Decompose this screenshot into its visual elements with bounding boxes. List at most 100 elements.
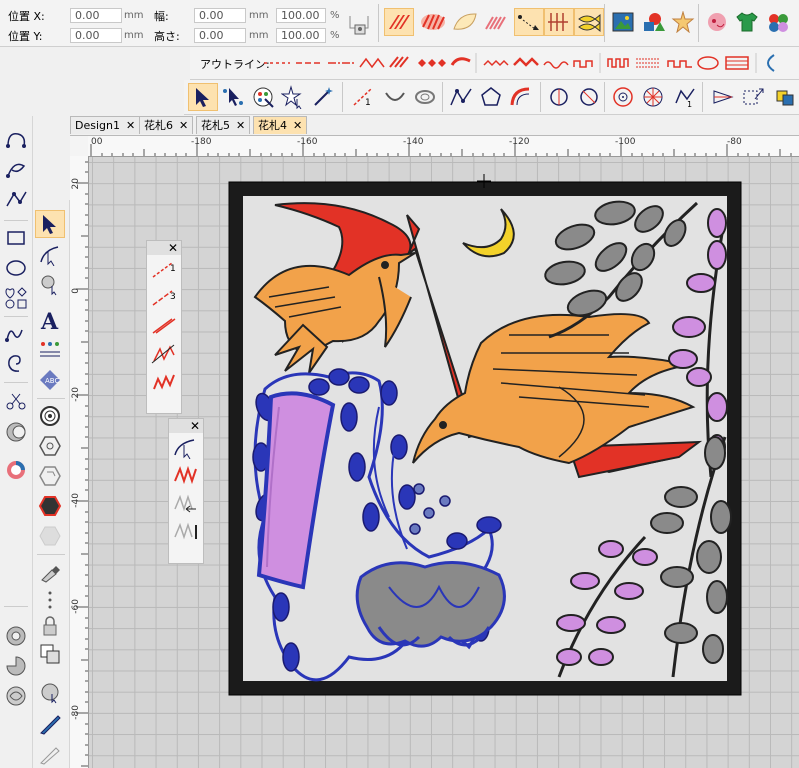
pie-shape-icon[interactable] [1, 652, 31, 680]
merge-shape-icon[interactable] [1, 418, 31, 446]
scissors-icon[interactable] [1, 388, 31, 416]
monogram-icon[interactable]: ABC [35, 366, 65, 394]
text-a-icon[interactable]: A [35, 306, 65, 334]
rotate-tool-button[interactable] [410, 83, 440, 111]
shapes-icon[interactable] [638, 8, 668, 36]
polygon-tool-button[interactable] [476, 83, 506, 111]
arc-tool-button[interactable] [380, 83, 410, 111]
close-icon[interactable]: ✕ [236, 119, 245, 132]
tab-hanafuda5[interactable]: 花札5 ✕ [196, 116, 251, 134]
polyline-tool-button[interactable] [446, 83, 476, 111]
width-field[interactable]: 0.00 [194, 8, 246, 23]
hexagon-gray-icon[interactable] [35, 522, 65, 550]
outline-label: アウトライン: [200, 58, 270, 71]
pos-x-label: 位置 X: [8, 10, 45, 23]
circle-icon[interactable] [35, 402, 65, 430]
gear-shape-icon[interactable] [1, 622, 31, 650]
shape-tool-icon[interactable] [35, 270, 65, 298]
knot-shape-icon[interactable] [1, 682, 31, 710]
cut-path-button[interactable] [544, 83, 574, 111]
lock-icon[interactable] [35, 612, 65, 640]
pos-y-field[interactable]: 0.00 [70, 28, 122, 43]
line-1-icon[interactable]: 1 [147, 255, 181, 283]
line-tool-button[interactable]: 1 [348, 83, 378, 111]
split-path-button[interactable] [574, 83, 604, 111]
tab-hanafuda6[interactable]: 花札6 ✕ [139, 116, 194, 134]
ellipse-icon[interactable] [1, 254, 31, 282]
satin-line-icon[interactable] [147, 367, 181, 395]
shirt-icon[interactable] [732, 8, 762, 36]
svg-text:1: 1 [365, 98, 371, 108]
height-pct-field[interactable]: 100.00 [276, 28, 326, 43]
radial-button[interactable] [638, 83, 668, 111]
pos-x-field[interactable]: 0.00 [70, 8, 122, 23]
group-button[interactable] [770, 83, 799, 111]
arrow-flag-button[interactable] [708, 83, 738, 111]
tab-design1[interactable]: Design1 ✕ [70, 116, 141, 134]
shape-library-icon[interactable] [1, 284, 31, 312]
star-select-button[interactable] [278, 83, 308, 111]
node-edit-icon[interactable] [35, 240, 65, 268]
star-flower-icon[interactable] [668, 8, 698, 36]
color-wheel-icon[interactable] [1, 456, 31, 484]
height-pct-unit: % [330, 30, 340, 41]
node-path-icon[interactable] [1, 186, 31, 214]
image-icon[interactable] [608, 8, 638, 36]
svg-text:A: A [40, 309, 59, 332]
text-people-icon[interactable] [35, 336, 65, 364]
stitch-zigzag-icon[interactable] [169, 461, 203, 489]
width-pct-unit: % [330, 10, 340, 21]
tool-bar: 1 1 [184, 80, 799, 115]
transform-button[interactable] [738, 83, 768, 111]
hexagon-outline-icon[interactable] [35, 462, 65, 490]
color-pick-button[interactable] [248, 83, 278, 111]
triple-line-icon[interactable] [147, 311, 181, 339]
hexagon-red-icon[interactable] [35, 492, 65, 520]
cross-stitch-button[interactable] [544, 8, 574, 36]
motif-stitch-button[interactable] [482, 8, 512, 36]
tab-hanafuda4[interactable]: 花札4 ✕ [253, 116, 308, 134]
bezier-curve-icon[interactable] [1, 126, 31, 154]
character-icon[interactable] [702, 8, 732, 36]
pen-icon[interactable] [35, 740, 65, 768]
outline-style-icons[interactable] [262, 51, 799, 75]
svg-text:ABC: ABC [45, 377, 59, 385]
stitch-end-icon[interactable] [169, 517, 203, 545]
dots-icon[interactable] [35, 586, 65, 614]
dropper-icon[interactable] [35, 558, 65, 586]
freehand-curve-icon[interactable] [1, 156, 31, 184]
hexagon-icon[interactable] [35, 432, 65, 460]
select-arrow-button[interactable] [188, 83, 218, 111]
stitch-node-icon[interactable] [169, 433, 203, 461]
node-select-button[interactable] [218, 83, 248, 111]
fish-stitch-button[interactable] [574, 8, 604, 36]
zigzag-line-icon[interactable] [147, 339, 181, 367]
curve-tool-button[interactable] [506, 83, 536, 111]
lock-ratio-icon[interactable] [346, 12, 372, 38]
width-pct-field[interactable]: 100.00 [276, 8, 326, 23]
close-icon[interactable]: ✕ [179, 119, 188, 132]
fill-stitch-button[interactable] [418, 8, 448, 36]
color-balls-icon[interactable] [764, 8, 794, 36]
close-icon[interactable]: ✕ [169, 419, 203, 433]
leaf-stitch-button[interactable] [450, 8, 480, 36]
spiral-icon[interactable] [1, 350, 31, 378]
satin-stitch-button[interactable] [384, 8, 414, 36]
knife-icon[interactable] [35, 710, 65, 738]
wand-select-button[interactable] [308, 83, 338, 111]
layers-icon[interactable] [35, 640, 65, 668]
close-icon[interactable]: ✕ [126, 119, 135, 132]
shape-group-icon[interactable] [35, 678, 65, 706]
close-icon[interactable]: ✕ [293, 119, 302, 132]
rectangle-icon[interactable] [1, 224, 31, 252]
select-tool-icon[interactable] [35, 210, 65, 238]
center-target-button[interactable] [608, 83, 638, 111]
measure-button[interactable]: 1 [670, 83, 700, 111]
freehand-draw-icon[interactable] [1, 320, 31, 348]
close-icon[interactable]: ✕ [147, 241, 181, 255]
outline-bar: アウトライン: [190, 47, 799, 80]
line-3-icon[interactable]: 3 [147, 283, 181, 311]
height-field[interactable]: 0.00 [194, 28, 246, 43]
running-stitch-button[interactable] [514, 8, 544, 36]
stitch-back-icon[interactable] [169, 489, 203, 517]
